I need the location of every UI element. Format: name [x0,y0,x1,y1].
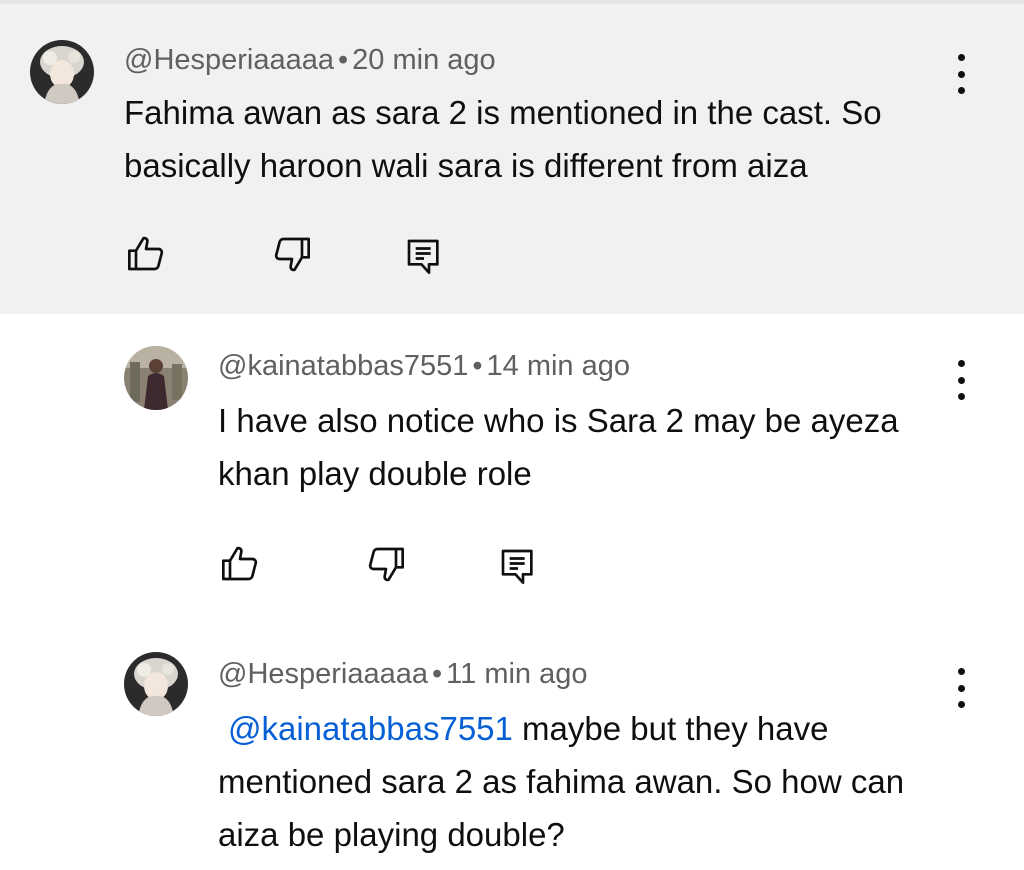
comment-time: 14 min ago [486,350,631,382]
meta-separator: • [432,658,443,690]
reply-comment: @kainatabbas7551 • 14 min ago I have also … [0,314,1024,614]
comment-meta: @Hesperiaaaaa • 20 min ago [124,44,496,77]
more-vert-icon[interactable] [949,360,973,400]
comment-author[interactable]: @Hesperiaaaaa [124,44,334,76]
meta-separator: • [338,44,349,76]
thumb-down-icon[interactable] [272,234,312,274]
thumb-up-icon[interactable] [126,234,166,274]
thumb-up-icon[interactable] [220,544,260,584]
avatar[interactable] [30,40,94,104]
comment-time: 11 min ago [446,658,588,690]
more-vert-icon[interactable] [949,668,973,708]
reply-comment-icon[interactable] [404,236,444,276]
comment-text: I have also notice who is Sara 2 may be … [218,402,899,492]
thumb-down-icon[interactable] [366,544,406,584]
mention-link[interactable]: @kainatabbas7551 [228,710,513,747]
comment-text: @kainatabbas7551 maybe but they have men… [218,702,948,861]
comment-thread-highlighted: @Hesperiaaaaa • 20 min ago Fahima awan as … [0,4,1024,314]
comment-text: Fahima awan as sara 2 is mentioned in th… [124,94,882,184]
comment-meta: @Hesperiaaaaa • 11 min ago [218,658,588,691]
meta-separator: • [472,350,483,382]
comment-author[interactable]: @kainatabbas7551 [218,350,468,382]
reply-comment: @Hesperiaaaaa • 11 min ago @kainatabbas755… [0,614,1024,870]
reply-comment-icon[interactable] [498,546,538,586]
comment-meta: @kainatabbas7551 • 14 min ago [218,350,630,383]
comment-time: 20 min ago [352,44,496,76]
more-vert-icon[interactable] [949,54,973,94]
avatar[interactable] [124,346,188,410]
avatar[interactable] [124,652,188,716]
comment-author[interactable]: @Hesperiaaaaa [218,658,428,690]
